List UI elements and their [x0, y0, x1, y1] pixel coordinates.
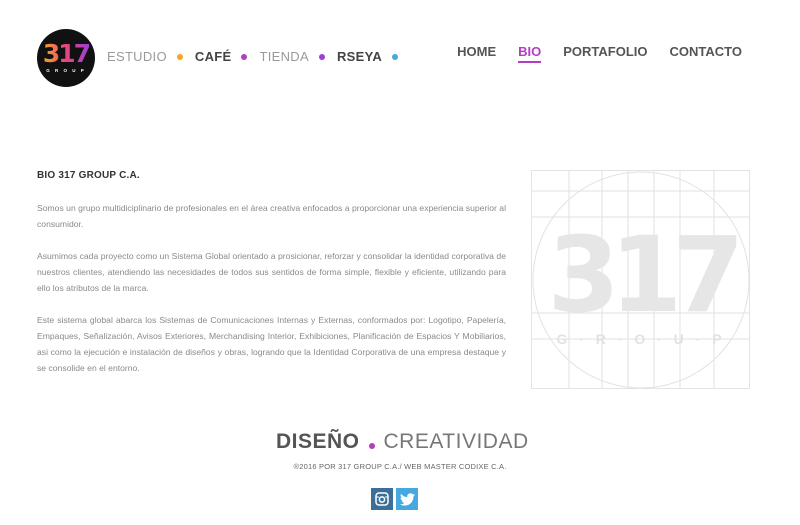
twitter-button[interactable] — [396, 488, 418, 510]
brand-nav-dot — [392, 53, 399, 60]
brand-nav: ESTUDIO CAFÉ TIENDA RSEYA — [107, 49, 410, 64]
instagram-icon — [375, 492, 389, 506]
bio-paragraph: Este sistema global abarca los Sistemas … — [37, 315, 506, 373]
bio-paragraph: Asumimos cada proyecto como un Sistema G… — [37, 251, 506, 293]
bio-content: BIO 317 GROUP C.A. Somos un grupo multid… — [37, 170, 506, 392]
bio-paragraph: Somos un grupo multidiciplinario de prof… — [37, 203, 506, 229]
page-title: BIO 317 GROUP C.A. — [37, 170, 140, 181]
instagram-button[interactable] — [371, 488, 393, 510]
nav-contacto[interactable]: CONTACTO — [670, 44, 742, 63]
figure-number: 317 — [547, 214, 737, 336]
brand-nav-estudio[interactable]: ESTUDIO — [107, 49, 167, 64]
copyright-text: ®2016 POR 317 GROUP C.A./ WEB MASTER COD… — [293, 462, 507, 471]
logo[interactable]: 317 G R O U P — [37, 29, 95, 87]
brand-nav-rseya[interactable]: RSEYA — [337, 49, 382, 64]
twitter-icon — [399, 492, 415, 506]
footer-tagline: DISEÑO CREATIVIDAD — [276, 430, 529, 454]
nav-portafolio[interactable]: PORTAFOLIO — [563, 44, 647, 63]
logo-number: 317 — [42, 39, 91, 68]
tagline-creatividad: CREATIVIDAD — [383, 430, 529, 453]
brand-nav-dot — [241, 53, 248, 60]
brand-nav-tienda[interactable]: TIENDA — [259, 49, 308, 64]
figure-subtext: G · R · O · U · P — [556, 331, 725, 347]
logo-construction-graphic: 317 G · R · O · U · P — [532, 171, 749, 388]
logo-subtext: G R O U P — [46, 68, 86, 73]
logo-construction-image: 317 G · R · O · U · P — [531, 170, 750, 389]
brand-nav-dot — [176, 53, 183, 60]
brand-nav-cafe[interactable]: CAFÉ — [195, 49, 232, 64]
nav-bio[interactable]: BIO — [518, 44, 542, 63]
social-links — [371, 488, 418, 510]
tagline-diseno: DISEÑO — [276, 430, 360, 453]
nav-home[interactable]: HOME — [457, 44, 496, 63]
main-nav: HOME BIO PORTAFOLIO CONTACTO — [457, 44, 742, 63]
tagline-dot — [368, 443, 375, 449]
brand-nav-dot — [318, 53, 325, 60]
